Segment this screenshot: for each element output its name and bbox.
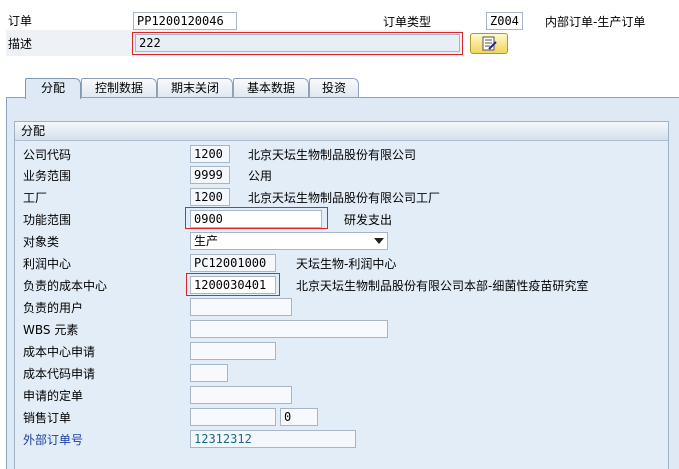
wbs-element-label: WBS 元素 — [23, 323, 79, 337]
tab-assignment[interactable]: 分配 — [25, 78, 81, 99]
order-label: 订单 — [8, 14, 33, 28]
functional-area-label: 功能范围 — [23, 213, 72, 227]
order-type-field[interactable]: Z004 — [486, 12, 523, 30]
external-order-field[interactable]: 12312312 — [190, 430, 356, 448]
functional-area-description: 研发支出 — [344, 213, 393, 227]
sales-order-item-field[interactable]: 0 — [280, 408, 318, 426]
profit-center-label: 利润中心 — [23, 257, 72, 271]
object-class-value: 生产 — [194, 234, 219, 248]
group-title: 分配 — [21, 124, 46, 138]
tab-general-data[interactable]: 基本数据 — [233, 78, 309, 98]
object-class-label: 对象类 — [23, 235, 60, 249]
description-field[interactable]: 222 — [135, 34, 460, 52]
profit-center-field[interactable]: PC12001000 — [190, 254, 276, 272]
plant-label: 工厂 — [23, 191, 48, 205]
description-label: 描述 — [8, 37, 33, 51]
tab-control-data[interactable]: 控制数据 — [81, 78, 157, 98]
external-order-label[interactable]: 外部订单号 — [23, 432, 83, 448]
cost-code-request-field[interactable] — [190, 364, 228, 382]
cost-center-request-label: 成本中心申请 — [23, 345, 96, 359]
profit-center-description: 天坛生物-利润中心 — [296, 257, 397, 271]
plant-field[interactable]: 1200 — [190, 188, 230, 206]
cost-code-request-label: 成本代码申请 — [23, 367, 96, 381]
cost-center-request-field[interactable] — [190, 342, 276, 360]
tab-investment[interactable]: 投资 — [309, 78, 359, 98]
responsible-cost-center-field[interactable]: 1200030401 — [190, 276, 276, 294]
chevron-down-icon[interactable] — [374, 238, 384, 244]
sales-order-label: 销售订单 — [23, 411, 72, 425]
wbs-element-field[interactable] — [190, 320, 388, 338]
requesting-order-field[interactable] — [190, 386, 292, 404]
plant-description: 北京天坛生物制品股份有限公司工厂 — [248, 191, 441, 205]
order-number-field[interactable]: PP1200120046 — [133, 12, 237, 30]
business-area-field[interactable]: 9999 — [190, 166, 230, 184]
business-area-description: 公用 — [248, 169, 273, 183]
company-code-label: 公司代码 — [23, 148, 72, 162]
sales-order-field[interactable] — [190, 408, 276, 426]
company-code-field[interactable]: 1200 — [190, 145, 230, 163]
edit-long-text-button[interactable] — [470, 33, 508, 54]
assignment-group: 分配 — [14, 121, 669, 469]
company-code-description: 北京天坛生物制品股份有限公司 — [248, 148, 417, 162]
tab-period-end-closing[interactable]: 期末关闭 — [157, 78, 233, 98]
responsible-cost-center-label: 负责的成本中心 — [23, 279, 108, 293]
responsible-cost-center-description: 北京天坛生物制品股份有限公司本部-细菌性疫苗研究室 — [296, 279, 589, 293]
edit-text-icon — [482, 36, 497, 51]
order-type-description: 内部订单-生产订单 — [545, 15, 646, 29]
order-type-label: 订单类型 — [383, 15, 432, 29]
responsible-user-field[interactable] — [190, 298, 292, 316]
business-area-label: 业务范围 — [23, 169, 72, 183]
group-header: 分配 — [15, 122, 668, 141]
requesting-order-label: 申请的定单 — [23, 389, 84, 403]
responsible-user-label: 负责的用户 — [23, 301, 84, 315]
object-class-dropdown[interactable]: 生产 — [190, 232, 388, 250]
functional-area-field[interactable]: 0900 — [190, 210, 322, 228]
